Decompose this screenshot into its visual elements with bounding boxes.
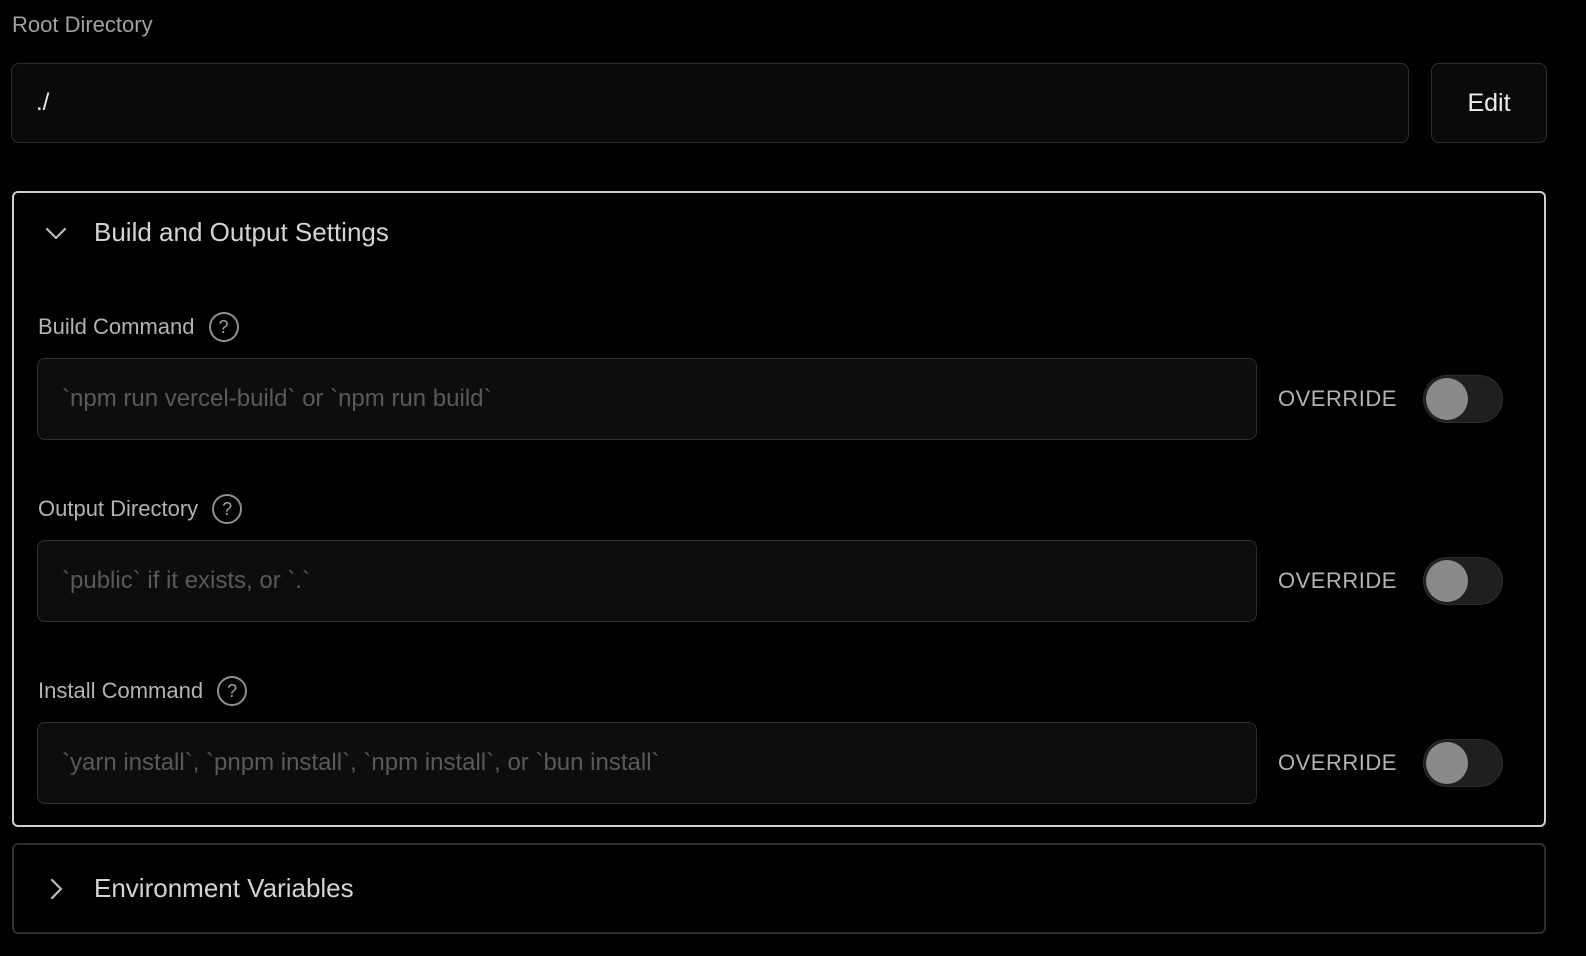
environment-variables-panel[interactable]: Environment Variables	[12, 843, 1546, 934]
install-command-input[interactable]	[37, 722, 1257, 804]
build-output-settings-panel: Build and Output Settings Build Command …	[12, 191, 1546, 827]
root-directory-value: ./	[36, 89, 50, 116]
build-command-label-row: Build Command ?	[38, 312, 239, 342]
help-icon[interactable]: ?	[217, 676, 248, 706]
output-directory-input[interactable]	[37, 540, 1257, 622]
chevron-down-icon	[44, 221, 68, 245]
root-directory-label: Root Directory	[12, 12, 153, 37]
root-directory-input[interactable]: ./	[11, 63, 1409, 143]
build-output-settings-header[interactable]: Build and Output Settings	[44, 217, 389, 248]
install-command-label-row: Install Command ?	[38, 676, 248, 706]
output-directory-override-toggle[interactable]	[1423, 557, 1503, 605]
project-settings-page: Root Directory ./ Edit Build and Output …	[0, 0, 1586, 956]
output-directory-override-label: OVERRIDE	[1278, 568, 1397, 593]
build-command-input[interactable]	[37, 358, 1257, 440]
toggle-knob	[1426, 378, 1468, 420]
chevron-right-icon	[44, 877, 68, 901]
install-command-override-label: OVERRIDE	[1278, 750, 1397, 775]
help-icon[interactable]: ?	[208, 312, 239, 342]
build-command-override-toggle[interactable]	[1423, 375, 1503, 423]
output-directory-label: Output Directory	[38, 496, 199, 521]
build-command-label: Build Command	[38, 314, 195, 339]
output-directory-label-row: Output Directory ?	[38, 494, 243, 524]
build-output-settings-title: Build and Output Settings	[94, 217, 389, 247]
environment-variables-title: Environment Variables	[94, 873, 354, 903]
edit-root-directory-button[interactable]: Edit	[1431, 63, 1547, 143]
help-icon[interactable]: ?	[212, 494, 243, 524]
toggle-knob	[1426, 560, 1468, 602]
install-command-override-toggle[interactable]	[1423, 739, 1503, 787]
install-command-label: Install Command	[38, 678, 204, 703]
environment-variables-header[interactable]: Environment Variables	[44, 845, 354, 932]
toggle-knob	[1426, 742, 1468, 784]
build-command-override-label: OVERRIDE	[1278, 386, 1397, 411]
